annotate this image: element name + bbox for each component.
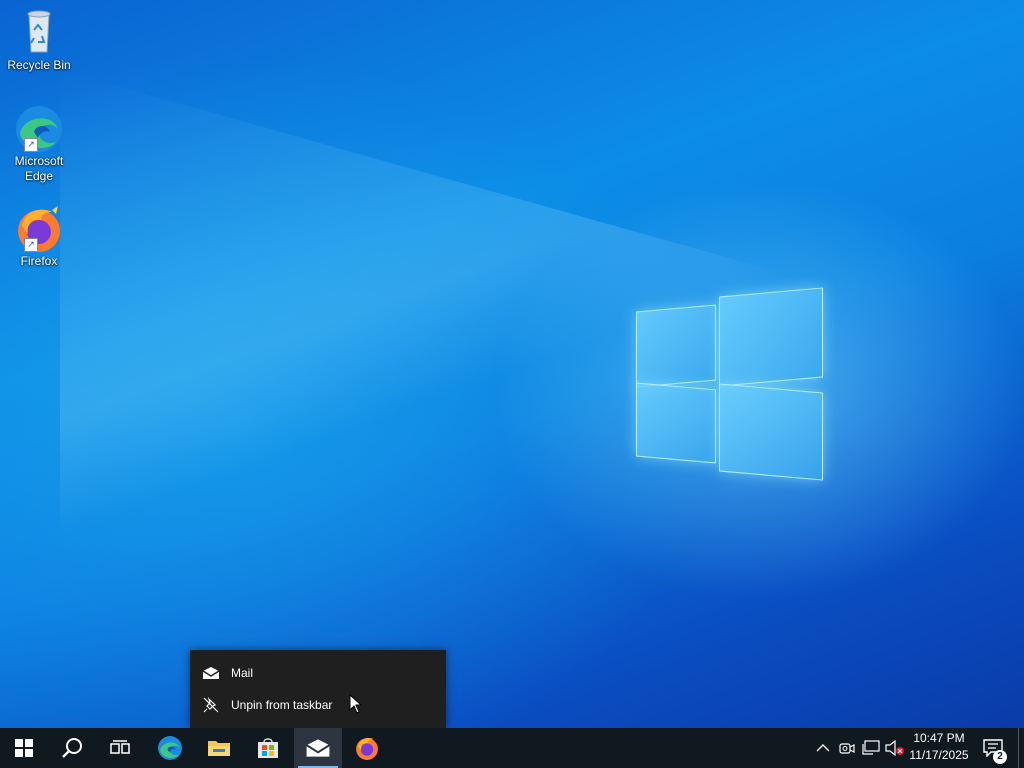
windows-logo-wallpaper bbox=[636, 287, 824, 481]
notification-count-badge: 2 bbox=[993, 750, 1007, 764]
taskbar-edge-button[interactable] bbox=[146, 728, 194, 768]
network-icon bbox=[862, 740, 880, 755]
clock-time: 10:47 PM bbox=[913, 731, 965, 745]
taskbar: 10:47 PM 11/17/2025 bbox=[0, 728, 1024, 768]
meet-now-icon bbox=[839, 743, 855, 754]
jump-list-item-unpin[interactable]: Unpin from taskbar bbox=[190, 690, 446, 720]
search-icon bbox=[62, 738, 82, 758]
desktop-icon-label: Firefox bbox=[20, 254, 58, 268]
folder-icon bbox=[208, 741, 230, 756]
desktop-icon-microsoft-edge[interactable]: ↗ Microsoft Edge bbox=[2, 104, 76, 184]
taskbar-jump-list: Mail Unpin from taskbar bbox=[190, 650, 446, 728]
shortcut-arrow-icon: ↗ bbox=[24, 238, 38, 252]
jump-list-item-label: Mail bbox=[231, 666, 254, 680]
show-desktop-button[interactable] bbox=[1018, 728, 1024, 768]
task-view-button[interactable] bbox=[96, 728, 144, 768]
mail-icon bbox=[190, 666, 231, 680]
volume-muted-icon bbox=[885, 740, 904, 756]
desktop[interactable]: Recycle Bin ↗ Microsoft Edge ↗ Firefox bbox=[0, 0, 1024, 728]
firefox-icon bbox=[356, 737, 378, 760]
taskbar-firefox-button[interactable] bbox=[343, 728, 391, 768]
desktop-icon-label: Microsoft Edge bbox=[14, 154, 64, 183]
mouse-cursor-icon bbox=[349, 693, 363, 719]
firefox-icon: ↗ bbox=[14, 204, 64, 252]
taskbar-store-button[interactable] bbox=[244, 728, 292, 768]
task-view-icon bbox=[110, 740, 130, 754]
start-button[interactable] bbox=[0, 728, 48, 768]
edge-icon: ↗ bbox=[14, 104, 64, 152]
unpin-icon bbox=[190, 697, 231, 713]
search-button[interactable] bbox=[48, 728, 96, 768]
edge-icon bbox=[158, 736, 182, 760]
chevron-up-icon bbox=[816, 744, 830, 752]
mail-icon bbox=[306, 739, 330, 757]
clock-date: 11/17/2025 bbox=[909, 748, 969, 762]
show-hidden-icons-button[interactable] bbox=[812, 728, 834, 768]
windows-start-icon bbox=[15, 739, 33, 757]
jump-list-item-mail[interactable]: Mail bbox=[190, 658, 446, 688]
meet-now-button[interactable] bbox=[837, 728, 857, 768]
desktop-icon-firefox[interactable]: ↗ Firefox bbox=[2, 204, 76, 269]
network-button[interactable] bbox=[860, 728, 882, 768]
clock-button[interactable]: 10:47 PM 11/17/2025 bbox=[904, 730, 974, 766]
volume-button[interactable] bbox=[884, 728, 906, 768]
jump-list-item-label: Unpin from taskbar bbox=[231, 698, 333, 712]
shortcut-arrow-icon: ↗ bbox=[24, 138, 38, 152]
recycle-bin-icon bbox=[14, 8, 64, 56]
desktop-icon-recycle-bin[interactable]: Recycle Bin bbox=[2, 8, 76, 73]
taskbar-file-explorer-button[interactable] bbox=[195, 728, 243, 768]
store-icon bbox=[258, 738, 278, 758]
desktop-icon-label: Recycle Bin bbox=[7, 58, 71, 72]
taskbar-mail-button[interactable] bbox=[294, 728, 342, 768]
